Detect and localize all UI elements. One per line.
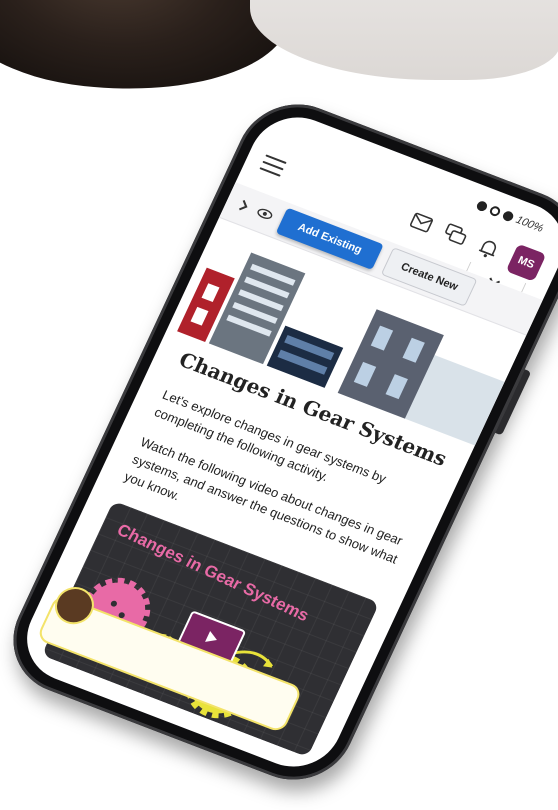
navy-building — [266, 325, 344, 388]
chat-icon[interactable] — [440, 222, 470, 250]
user-avatar[interactable]: MS — [505, 243, 547, 282]
mail-icon[interactable] — [407, 209, 437, 237]
background-photo-shoulder — [250, 0, 558, 80]
phone-screen: 100% MS Add Existing Create New Changes … — [11, 104, 558, 780]
eye-icon[interactable] — [255, 206, 274, 221]
signal-icon — [475, 199, 489, 213]
chevron-right-icon[interactable] — [238, 199, 251, 213]
battery-level: 100% — [513, 213, 546, 235]
wifi-icon — [488, 204, 502, 218]
phone-frame: 100% MS Add Existing Create New Changes … — [0, 87, 558, 797]
bell-icon[interactable] — [474, 234, 504, 262]
battery-icon — [501, 209, 515, 223]
hamburger-icon[interactable] — [259, 154, 287, 177]
play-icon — [205, 630, 217, 642]
